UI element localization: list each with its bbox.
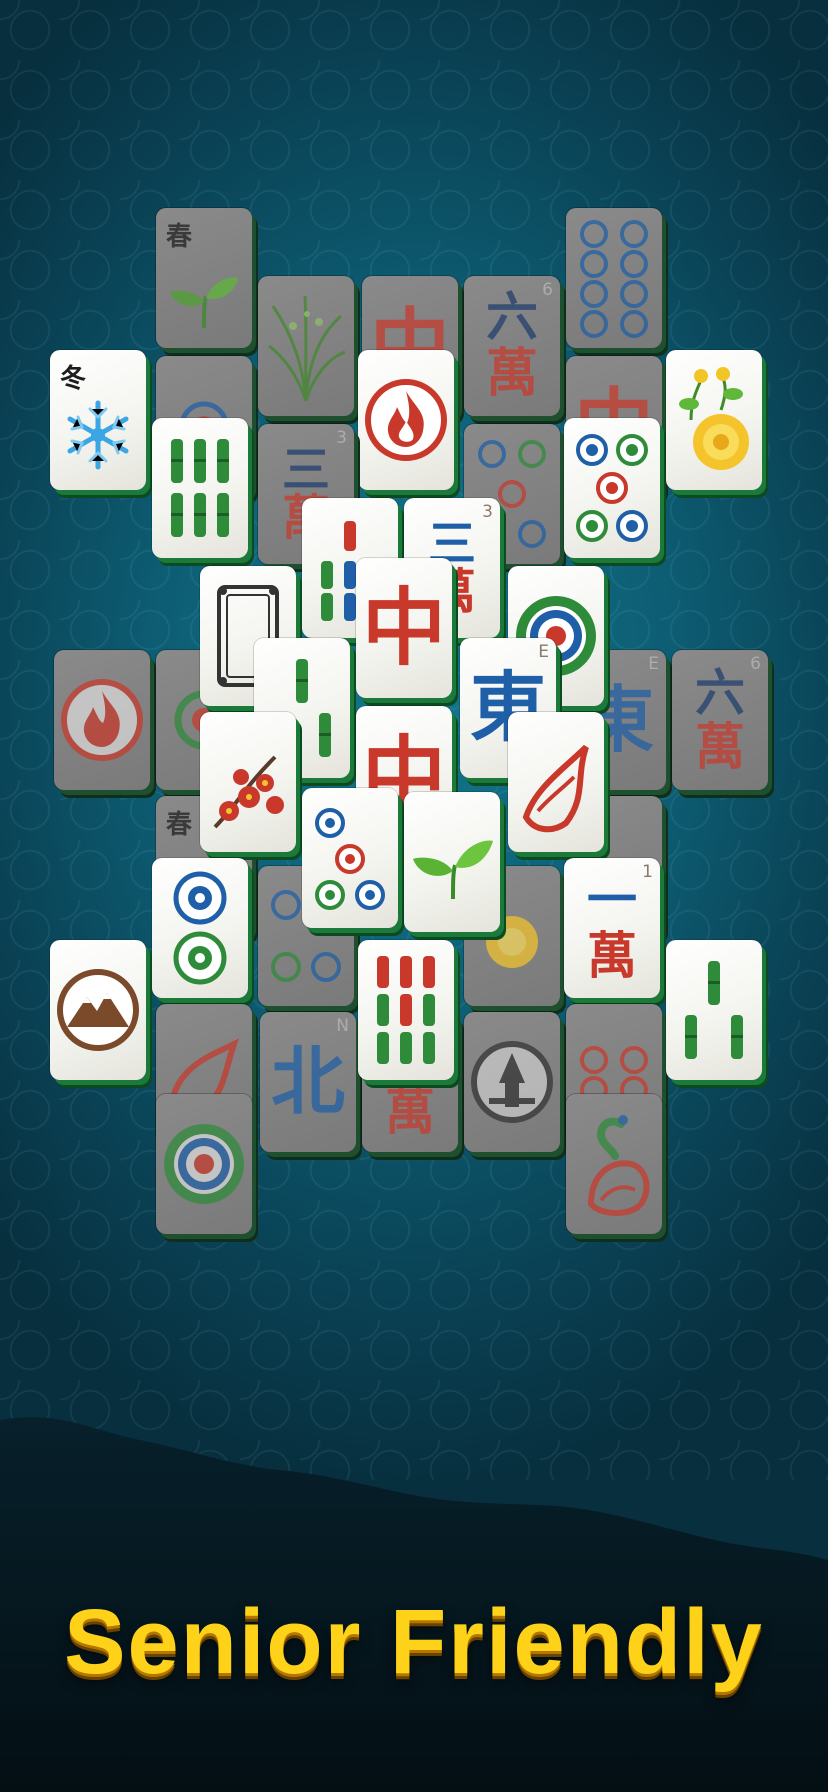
six-character: 六 [485, 287, 538, 348]
mountain-icon [57, 969, 139, 1051]
tile-index: 1 [642, 862, 653, 882]
wan-character: 萬 [485, 343, 538, 404]
tile-red-dragon-top[interactable]: 中 [356, 558, 460, 708]
plum-blossom-icon [213, 755, 284, 829]
tile-circles-8[interactable] [566, 208, 670, 358]
wan-character: 萬 [385, 1082, 435, 1141]
tile-circles-4[interactable] [302, 788, 406, 938]
three-character: 三 [281, 442, 330, 498]
tile-circles-2[interactable] [152, 858, 256, 1008]
wan-character: 萬 [587, 926, 637, 985]
tile-bamboo-9[interactable] [358, 940, 462, 1090]
red-dragon-glyph: 中 [361, 578, 446, 677]
tile-big-circle-bottom[interactable] [156, 1094, 260, 1244]
senior-friendly-tagline: Senior Friendly [64, 1591, 764, 1693]
tile-fire-flower[interactable] [358, 350, 462, 500]
circle-dots-icon [580, 220, 648, 338]
mahjong-board: 春 中 6 六 萬 冬 3 三 E 東 6 六 萬 春 3 三 中 E 東 中 … [0, 0, 828, 1300]
spring-character: 春 [166, 222, 193, 252]
tile-one-wan[interactable]: 1 一 萬 [564, 858, 668, 1008]
bamboo-icon [685, 961, 743, 1059]
tile-fire-left[interactable] [54, 650, 158, 800]
tile-phoenix-mid[interactable] [508, 712, 612, 862]
tile-north-wind[interactable]: N 北 [260, 1012, 364, 1162]
tile-six-wan-top[interactable]: 6 六 萬 [464, 276, 568, 426]
tile-plum-blossom[interactable] [200, 712, 304, 862]
leaf-sprout-icon [413, 840, 493, 900]
tile-index: E [538, 642, 549, 662]
tile-index: N [336, 1016, 349, 1036]
tile-sword-emblem[interactable] [464, 1012, 568, 1162]
circle-dots-icon [576, 434, 648, 542]
tile-index: 3 [336, 428, 347, 448]
tile-orchid-flower[interactable] [258, 276, 362, 426]
snowflake-icon [67, 400, 129, 470]
phoenix-icon [587, 1115, 650, 1216]
wan-character: 萬 [695, 717, 745, 776]
circle-dots-icon [315, 808, 385, 910]
tile-mountain[interactable] [50, 940, 154, 1090]
fire-flower-icon [61, 679, 143, 761]
tile-spring-season[interactable]: 春 [156, 208, 260, 358]
tile-index: 6 [542, 280, 553, 300]
tile-chrysanthemum[interactable] [666, 350, 770, 500]
tile-bamboo-3-right[interactable] [666, 940, 770, 1090]
spring-character: 春 [166, 810, 193, 840]
tile-index: 3 [482, 502, 493, 522]
circle-dots-icon [173, 871, 227, 985]
tile-sprout[interactable] [404, 792, 508, 942]
tile-winter-season[interactable]: 冬 [50, 350, 154, 500]
winter-character: 冬 [60, 364, 87, 394]
six-character: 六 [695, 663, 745, 722]
tile-phoenix[interactable] [566, 1094, 670, 1244]
circle-dots-icon [164, 1124, 244, 1204]
tile-index: 6 [750, 654, 761, 674]
bamboo-icon [377, 956, 435, 1064]
tile-circles-5[interactable] [564, 418, 668, 568]
tile-bamboo-6[interactable] [152, 418, 256, 568]
sword-emblem-icon [471, 1041, 553, 1123]
phoenix-icon [522, 744, 589, 833]
bamboo-icon [171, 439, 229, 537]
chrysanthemum-icon [679, 367, 749, 470]
leaf-sprout-icon [170, 277, 238, 329]
one-character: 一 [587, 870, 637, 929]
orchid-icon [268, 295, 346, 402]
tile-six-wan-right[interactable]: 6 六 萬 [672, 650, 776, 800]
tile-index: E [648, 654, 659, 674]
fire-flower-icon [365, 379, 447, 461]
mountain-silhouette [0, 1417, 828, 1792]
north-character: 北 [271, 1039, 345, 1125]
